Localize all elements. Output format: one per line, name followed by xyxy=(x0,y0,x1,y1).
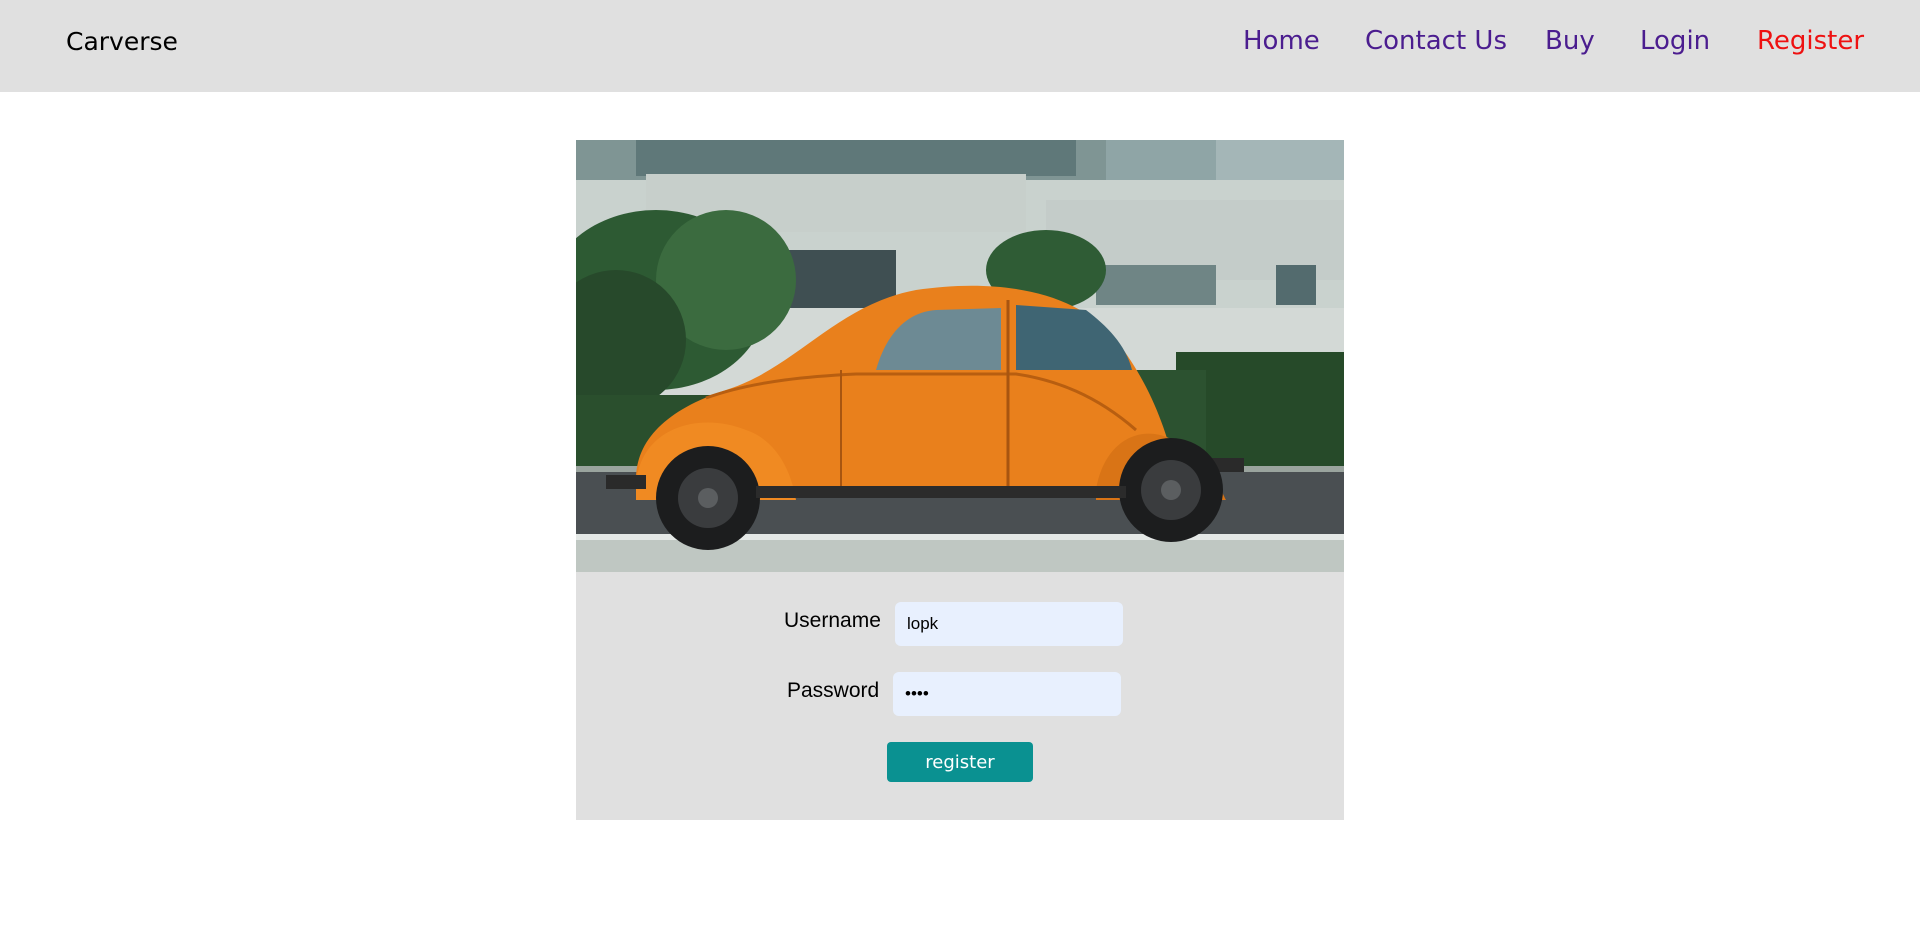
password-label: Password xyxy=(787,679,880,702)
nav-home-link[interactable]: Home xyxy=(1243,26,1320,56)
register-card: Username Password register xyxy=(576,140,1344,820)
orange-vintage-car-photo xyxy=(576,140,1344,572)
nav-register-link[interactable]: Register xyxy=(1757,26,1864,56)
username-input[interactable] xyxy=(895,602,1123,646)
password-input[interactable] xyxy=(893,672,1121,716)
register-button[interactable]: register xyxy=(887,742,1033,782)
nav-buy-link[interactable]: Buy xyxy=(1545,26,1595,56)
nav-contact-us-link[interactable]: Contact Us xyxy=(1365,26,1507,56)
username-label: Username xyxy=(784,609,881,632)
nav-login-link[interactable]: Login xyxy=(1640,26,1710,56)
car-photo xyxy=(576,140,1344,572)
brand-logo[interactable]: Carverse xyxy=(66,27,178,56)
navbar: Carverse Home Contact Us Buy Login Regis… xyxy=(0,0,1920,92)
